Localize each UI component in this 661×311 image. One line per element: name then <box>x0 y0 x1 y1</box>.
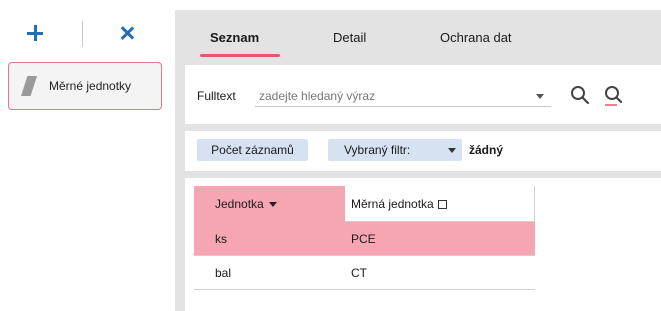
selected-filter-value: žádný <box>469 143 504 157</box>
selected-filter-dropdown[interactable]: Vybraný filtr: <box>328 139 462 161</box>
chevron-down-icon[interactable] <box>536 94 544 99</box>
advanced-search-icon[interactable] <box>603 85 625 107</box>
tab-ochrana-dat[interactable]: Ochrana dat <box>440 30 512 45</box>
column-header-label: Jednotka <box>215 197 264 211</box>
tab-seznam[interactable]: Seznam <box>210 30 259 45</box>
plus-icon[interactable] <box>24 22 46 44</box>
grid-area: Jednotka Měrná jednotka ks PCE bal CT <box>185 178 661 311</box>
grid-header: Jednotka Měrná jednotka <box>194 186 535 222</box>
module-card-merne-jednotky[interactable]: Měrné jednotky <box>8 62 162 110</box>
cell-merna-jednotka: PCE <box>351 232 376 246</box>
search-icon[interactable] <box>570 85 590 107</box>
module-label: Měrné jednotky <box>49 79 132 93</box>
left-panel: Měrné jednotky <box>0 0 175 311</box>
main-area: Seznam Detail Ochrana dat Fulltext Počet… <box>175 10 661 311</box>
record-count-button[interactable]: Počet záznamů <box>197 139 308 161</box>
selected-filter-label: Vybraný filtr: <box>344 143 411 157</box>
close-icon[interactable] <box>116 22 138 44</box>
column-header-label: Měrná jednotka <box>351 197 434 211</box>
active-tab-indicator <box>200 54 280 57</box>
checkbox-icon[interactable] <box>437 199 447 209</box>
column-header-merna-jednotka[interactable]: Měrná jednotka <box>345 186 535 222</box>
ruler-icon <box>21 76 37 96</box>
search-bar: Fulltext <box>185 65 661 124</box>
filter-bar: Počet záznamů Vybraný filtr: žádný <box>185 131 661 171</box>
cell-merna-jednotka: CT <box>351 266 367 280</box>
tab-bar: Seznam Detail Ochrana dat <box>175 10 661 60</box>
fulltext-input[interactable] <box>255 85 551 107</box>
table-row[interactable]: bal CT <box>194 256 535 290</box>
cell-jednotka: bal <box>215 266 232 280</box>
sort-desc-icon <box>268 201 277 207</box>
tab-detail[interactable]: Detail <box>333 30 366 45</box>
table-row[interactable]: ks PCE <box>194 222 535 256</box>
chevron-down-icon <box>448 148 456 153</box>
fulltext-label: Fulltext <box>197 89 236 103</box>
toolbar-separator <box>82 21 83 47</box>
data-grid: Jednotka Měrná jednotka ks PCE bal CT <box>194 186 535 290</box>
column-header-jednotka[interactable]: Jednotka <box>194 186 345 222</box>
cell-jednotka: ks <box>215 232 227 246</box>
